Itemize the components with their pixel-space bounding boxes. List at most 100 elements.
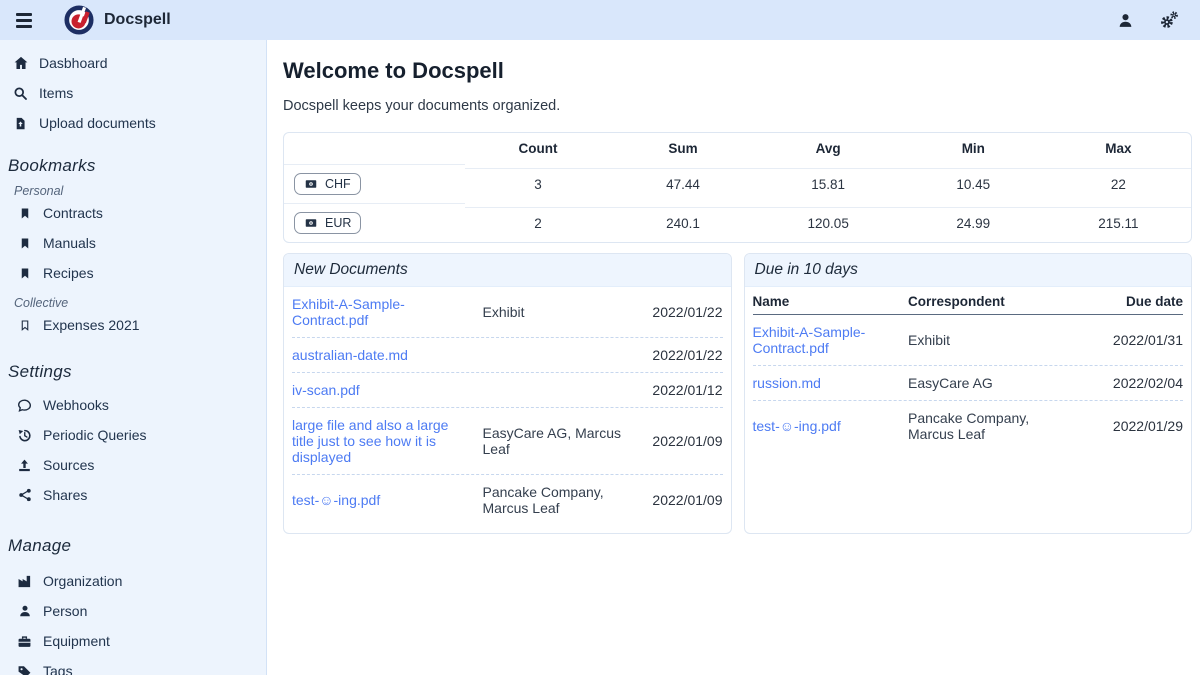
sidebar-item-sources[interactable]: Sources bbox=[0, 450, 266, 480]
sidebar-item-shares[interactable]: Shares bbox=[0, 480, 266, 510]
document-link[interactable]: test-☺-ing.pdf bbox=[753, 418, 841, 434]
sidebar-item-manuals[interactable]: Manuals bbox=[0, 228, 266, 258]
sidebar-item-periodic-queries[interactable]: Periodic Queries bbox=[0, 420, 266, 450]
currency-badge-chf[interactable]: CHF bbox=[294, 173, 361, 195]
sidebar-item-label: Contracts bbox=[43, 205, 103, 221]
sidebar-item-recipes[interactable]: Recipes bbox=[0, 258, 266, 288]
due-documents-list: Name Correspondent Due date Exhibit-A-Sa… bbox=[745, 287, 1192, 459]
stats-chf-count: 3 bbox=[465, 168, 610, 200]
date-cell: 2022/01/12 bbox=[635, 382, 723, 398]
sidebar-item-person[interactable]: Person bbox=[0, 596, 266, 626]
table-row: EUR bbox=[284, 203, 465, 242]
menu-toggle-icon[interactable] bbox=[16, 9, 38, 31]
search-icon bbox=[12, 86, 29, 101]
sidebar-item-contracts[interactable]: Contracts bbox=[0, 198, 266, 228]
sidebar-item-label: Sources bbox=[43, 457, 94, 473]
due-documents-panel: Due in 10 days Name Correspondent Due da… bbox=[744, 253, 1193, 534]
stats-eur-min: 24.99 bbox=[901, 207, 1046, 239]
document-link[interactable]: large file and also a large title just t… bbox=[292, 417, 448, 465]
due-header-name: Name bbox=[753, 294, 899, 309]
due-table-header: Name Correspondent Due date bbox=[753, 287, 1184, 315]
sidebar-section-bookmarks: Bookmarks bbox=[8, 156, 266, 176]
stats-header-sum: Sum bbox=[611, 133, 756, 164]
sidebar-item-items[interactable]: Items bbox=[0, 78, 266, 108]
page-subtitle: Docspell keeps your documents organized. bbox=[283, 98, 1192, 114]
sidebar-item-label: Person bbox=[43, 603, 87, 619]
sidebar-section-manage: Manage bbox=[8, 536, 266, 556]
table-row: iv-scan.pdf 2022/01/12 bbox=[292, 372, 723, 407]
sidebar-item-label: Items bbox=[39, 85, 73, 101]
tag-icon bbox=[16, 664, 33, 675]
new-documents-panel: New Documents Exhibit-A-Sample-Contract.… bbox=[283, 253, 732, 534]
bookmark-group-personal: Personal bbox=[14, 184, 266, 198]
table-row: Exhibit-A-Sample-Contract.pdf Exhibit 20… bbox=[753, 315, 1184, 365]
user-menu-button[interactable] bbox=[1110, 5, 1140, 35]
sidebar-item-label: Tags bbox=[43, 663, 73, 675]
bookmark-icon bbox=[16, 206, 33, 221]
currency-badge-eur[interactable]: EUR bbox=[294, 212, 361, 234]
sidebar-item-expenses-2021[interactable]: Expenses 2021 bbox=[0, 310, 266, 340]
date-cell: 2022/01/09 bbox=[635, 492, 723, 508]
table-row: CHF bbox=[284, 164, 465, 203]
currency-label: CHF bbox=[325, 177, 351, 191]
sidebar-item-label: Organization bbox=[43, 573, 122, 589]
app-title: Docspell bbox=[104, 11, 171, 29]
stats-header-min: Min bbox=[901, 133, 1046, 164]
briefcase-icon bbox=[16, 634, 33, 649]
table-row: test-☺-ing.pdf Pancake Company, Marcus L… bbox=[753, 400, 1184, 451]
docspell-logo-icon[interactable] bbox=[64, 5, 94, 35]
sidebar-item-label: Dasbhoard bbox=[39, 55, 108, 71]
document-link[interactable]: iv-scan.pdf bbox=[292, 382, 360, 398]
settings-menu-button[interactable] bbox=[1154, 5, 1184, 35]
page-title: Welcome to Docspell bbox=[283, 58, 1192, 84]
comment-icon bbox=[16, 398, 33, 413]
document-link[interactable]: test-☺-ing.pdf bbox=[292, 492, 380, 508]
correspondent-cell: EasyCare AG, Marcus Leaf bbox=[483, 425, 623, 457]
stats-eur-avg: 120.05 bbox=[756, 207, 901, 239]
stats-header-max: Max bbox=[1046, 133, 1191, 164]
due-header-due-date: Due date bbox=[1083, 294, 1183, 309]
table-row: australian-date.md 2022/01/22 bbox=[292, 337, 723, 372]
table-row: test-☺-ing.pdf Pancake Company, Marcus L… bbox=[292, 474, 723, 525]
history-icon bbox=[16, 428, 33, 443]
sidebar-item-label: Manuals bbox=[43, 235, 96, 251]
stats-chf-max: 22 bbox=[1046, 168, 1191, 200]
document-link[interactable]: australian-date.md bbox=[292, 347, 408, 363]
sidebar-item-label: Expenses 2021 bbox=[43, 317, 140, 333]
stats-chf-min: 10.45 bbox=[901, 168, 1046, 200]
person-icon bbox=[16, 604, 33, 618]
share-icon bbox=[16, 488, 33, 502]
due-header-correspondent: Correspondent bbox=[908, 294, 1073, 309]
sidebar-item-label: Webhooks bbox=[43, 397, 109, 413]
table-row: Exhibit-A-Sample-Contract.pdf Exhibit 20… bbox=[292, 287, 723, 337]
correspondent-cell: Pancake Company, Marcus Leaf bbox=[483, 484, 623, 516]
sidebar-item-upload-documents[interactable]: Upload documents bbox=[0, 108, 266, 138]
panel-title: Due in 10 days bbox=[745, 254, 1192, 287]
sidebar-item-equipment[interactable]: Equipment bbox=[0, 626, 266, 656]
sidebar-item-dashboard[interactable]: Dasbhoard bbox=[0, 48, 266, 78]
stats-chf-sum: 47.44 bbox=[611, 168, 756, 200]
document-link[interactable]: Exhibit-A-Sample-Contract.pdf bbox=[753, 324, 866, 356]
user-icon bbox=[1117, 12, 1134, 29]
stats-eur-max: 215.11 bbox=[1046, 207, 1191, 239]
new-documents-list: Exhibit-A-Sample-Contract.pdf Exhibit 20… bbox=[284, 287, 731, 533]
stats-card: Count Sum Avg Min Max CHF 3 47.44 15.81 … bbox=[283, 132, 1192, 243]
bookmark-icon bbox=[16, 266, 33, 281]
date-cell: 2022/01/22 bbox=[635, 347, 723, 363]
stats-header-count: Count bbox=[465, 133, 610, 164]
sidebar-item-organization[interactable]: Organization bbox=[0, 566, 266, 596]
sidebar-section-settings: Settings bbox=[8, 362, 266, 382]
date-cell: 2022/01/31 bbox=[1083, 332, 1183, 348]
date-cell: 2022/01/22 bbox=[635, 304, 723, 320]
correspondent-cell: Pancake Company, Marcus Leaf bbox=[908, 410, 1073, 442]
money-bill-icon bbox=[304, 178, 318, 190]
currency-label: EUR bbox=[325, 216, 351, 230]
stats-eur-sum: 240.1 bbox=[611, 207, 756, 239]
sidebar-item-tags[interactable]: Tags bbox=[0, 656, 266, 675]
table-row: russion.md EasyCare AG 2022/02/04 bbox=[753, 365, 1184, 400]
sidebar-item-webhooks[interactable]: Webhooks bbox=[0, 390, 266, 420]
document-link[interactable]: russion.md bbox=[753, 375, 821, 391]
panel-title: New Documents bbox=[284, 254, 731, 287]
sidebar-item-label: Equipment bbox=[43, 633, 110, 649]
document-link[interactable]: Exhibit-A-Sample-Contract.pdf bbox=[292, 296, 405, 328]
